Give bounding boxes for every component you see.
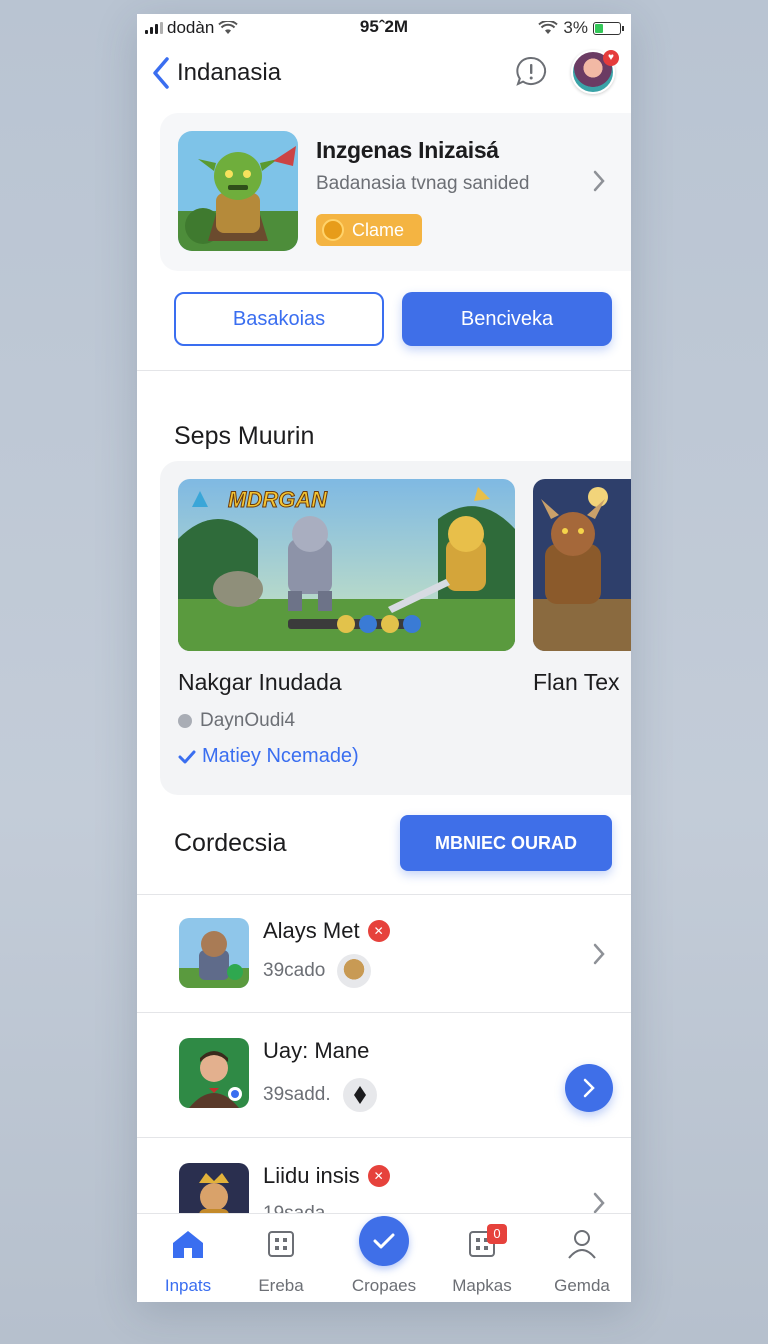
back-button[interactable]: Indanasia	[151, 56, 281, 90]
list-item-sub: 39cado	[263, 960, 326, 981]
game-meta: DaynOudi4	[178, 710, 295, 732]
mini-avatar-icon	[337, 954, 372, 988]
list-item-thumbnail	[179, 1038, 249, 1108]
featured-game-title: Inzgenas Inizaisá	[316, 137, 499, 163]
game-logo-text: MDRGAN	[228, 487, 328, 512]
chevron-right-icon	[593, 170, 605, 192]
check-icon	[359, 1216, 409, 1266]
notification-heart-icon: ♥	[603, 50, 619, 66]
diamond-icon	[342, 1078, 377, 1112]
list-item-subtitle: 39cado	[263, 954, 372, 988]
coin-icon	[322, 219, 344, 241]
list-item-name: Alays Met	[263, 918, 360, 943]
chevron-right-icon	[583, 1078, 595, 1098]
outline-action-button[interactable]: Basakoias	[174, 292, 384, 346]
featured-game-thumbnail	[178, 131, 298, 251]
info-dot-icon	[178, 714, 192, 728]
status-bar: dodàn 95ˆ2M 3%	[137, 14, 631, 42]
tab-profile[interactable]: Gemda	[537, 1224, 627, 1296]
game-banner-image[interactable]	[533, 479, 631, 651]
nav-bar: Indanasia ♥	[137, 50, 631, 98]
list-item-thumbnail	[179, 918, 249, 988]
tab-center[interactable]: Cropaes	[339, 1216, 429, 1296]
list-item[interactable]: Uay: Mane 39sadd.	[137, 1012, 631, 1132]
phone-screen: dodàn 95ˆ2M 3% Indanasia ♥ Inzgenas Iniz…	[137, 14, 631, 1302]
tab-bar: Inpats Ereba Cropaes 0 Mapkas Gemda	[137, 1213, 631, 1302]
battery-icon	[593, 21, 624, 35]
list-item-title: Liidu insis ✕	[263, 1163, 390, 1189]
primary-action-button[interactable]: Benciveka	[402, 292, 612, 346]
game-carousel[interactable]: MDRGAN Nakgar Inudada Flan Tex DaynOudi4	[160, 461, 631, 795]
grid-icon	[268, 1231, 294, 1257]
wifi-icon	[538, 21, 559, 34]
list-item-title: Alays Met ✕	[263, 918, 390, 944]
page-title: Indanasia	[177, 59, 282, 86]
tab-label: Inpats	[164, 1276, 212, 1295]
game-link-label: Matiey Ncemade)	[202, 745, 359, 767]
close-badge-icon: ✕	[367, 920, 390, 942]
tab-label: Gemda	[554, 1276, 610, 1295]
home-icon	[173, 1231, 203, 1258]
game-title: Nakgar Inudada	[178, 669, 342, 695]
status-right: 3%	[538, 18, 624, 38]
list-item-name: Uay: Mane	[263, 1038, 370, 1063]
chevron-right-icon	[593, 1192, 605, 1214]
next-button[interactable]	[565, 1064, 613, 1112]
game-link[interactable]: Matiey Ncemade)	[178, 745, 359, 768]
checkmark-icon	[178, 750, 196, 763]
tab-maps[interactable]: 0 Mapkas	[437, 1224, 527, 1296]
tab-label: Ereba	[258, 1276, 304, 1295]
list-item-name: Liidu insis	[263, 1163, 360, 1188]
list-item-sub: 39sadd.	[263, 1084, 331, 1105]
section-title: Seps Muurin	[174, 422, 315, 450]
tab-grid[interactable]: Ereba	[236, 1224, 326, 1296]
section-action-button[interactable]: MBNIEC OURAD	[400, 815, 612, 871]
tab-label: Mapkas	[452, 1276, 512, 1295]
claim-pill[interactable]: Clame	[316, 214, 422, 246]
tab-home[interactable]: Inpats	[143, 1224, 233, 1296]
tab-label: Cropaes	[351, 1276, 417, 1295]
tab-badge: 0	[487, 1224, 507, 1244]
divider	[137, 370, 631, 371]
section-title: Cordecsia	[174, 829, 287, 857]
game-title: Flan Tex	[533, 669, 620, 695]
battery-percent: 3%	[563, 18, 588, 37]
person-icon	[568, 1230, 596, 1259]
list-item-subtitle: 39sadd.	[263, 1078, 377, 1112]
claim-label: Clame	[352, 219, 405, 240]
game-meta-label: DaynOudi4	[200, 710, 296, 731]
list-item-title: Uay: Mane	[263, 1038, 369, 1064]
chevron-right-icon	[593, 943, 605, 965]
featured-game-card[interactable]: Inzgenas Inizaisá Badanasia tvnag sanide…	[160, 113, 631, 271]
close-badge-icon: ✕	[367, 1165, 390, 1187]
chevron-left-icon	[153, 57, 169, 89]
game-banner-image[interactable]: MDRGAN	[178, 479, 515, 651]
featured-game-subtitle: Badanasia tvnag sanided	[316, 173, 530, 194]
list-item[interactable]: Alays Met ✕ 39cado	[137, 894, 631, 1014]
chat-bubble-icon[interactable]	[513, 54, 549, 90]
